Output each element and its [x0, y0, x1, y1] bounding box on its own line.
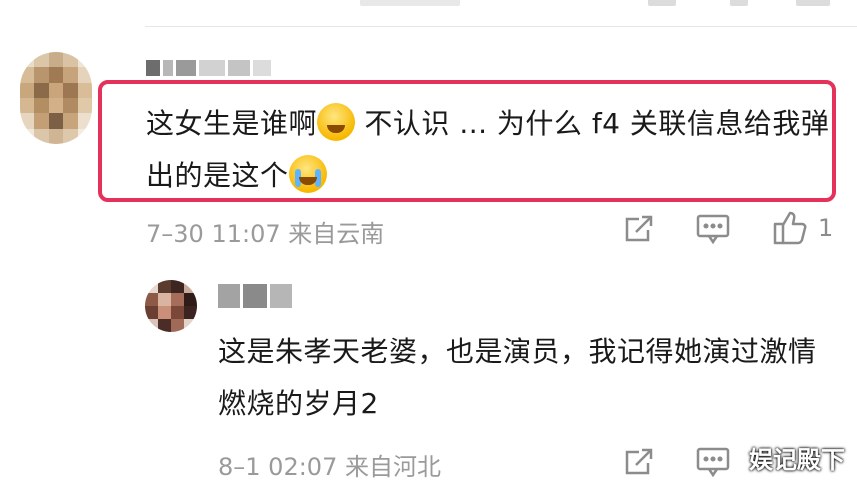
comment-text: 这是朱孝天老婆，也是演员，我记得她演过激情燃烧的岁月2 — [218, 335, 817, 420]
crying-emoji-icon — [288, 155, 327, 193]
watermark: 娱记殿下 — [749, 446, 845, 474]
comment-meta: 8–1 02:07 来自河北 — [218, 453, 441, 481]
comment-meta: 7–30 11:07 来自云南 — [146, 220, 385, 248]
avatar[interactable] — [20, 52, 92, 144]
comment-text: 这女生是谁啊 不认识 ... 为什么 f4 关联信息给我弹出的是这个 — [146, 98, 836, 202]
comment-text-part: 这女生是谁啊 — [146, 107, 318, 140]
previous-comment-icon[interactable] — [730, 0, 748, 6]
share-icon[interactable] — [622, 445, 656, 479]
laughing-crying-emoji-icon — [317, 103, 356, 141]
username-blurred[interactable] — [218, 284, 292, 308]
comment-icon[interactable] — [695, 445, 731, 479]
avatar[interactable] — [145, 280, 197, 332]
divider — [145, 26, 857, 27]
like-count: 1 — [818, 214, 834, 242]
previous-like-icon[interactable] — [796, 0, 830, 6]
username-blurred[interactable] — [146, 60, 271, 76]
like-thumb-icon[interactable] — [772, 208, 810, 246]
previous-share-icon[interactable] — [648, 0, 676, 6]
previous-comment-actions — [360, 0, 460, 6]
comment-icon[interactable] — [695, 212, 731, 246]
share-icon[interactable] — [622, 212, 656, 246]
